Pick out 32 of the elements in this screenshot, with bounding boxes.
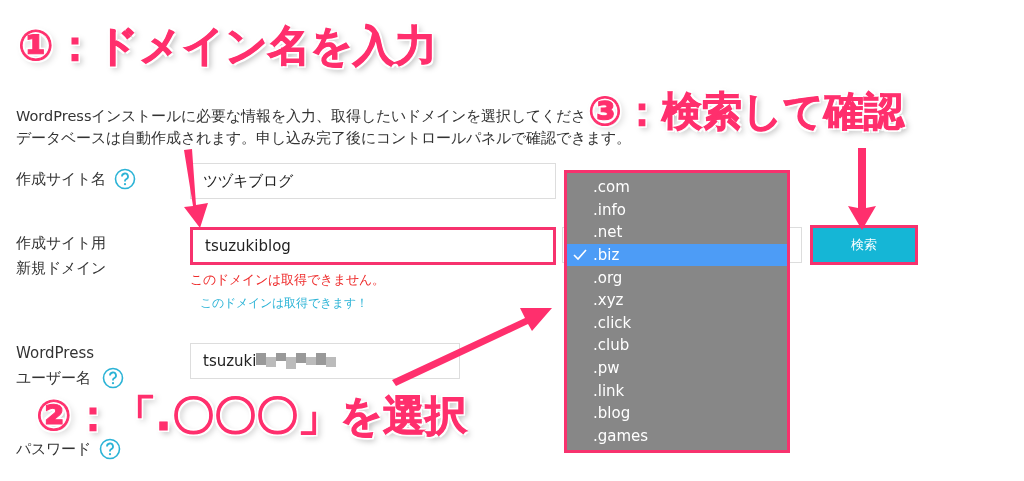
field-label: パスワード <box>16 439 91 460</box>
field-label: 作成サイト用 新規ドメイン <box>16 233 106 279</box>
site-name-field[interactable]: ツヅキブログ <box>190 163 556 199</box>
username-field[interactable]: tsuzuki <box>190 343 460 379</box>
intro-text: データベースは自動作成されます。申し込み完了後にコントロールパネルで確認できます。 <box>16 130 631 146</box>
field-label: WordPress ユーザー名 <box>16 343 95 389</box>
arrow-icon <box>392 308 552 386</box>
help-icon[interactable] <box>114 168 136 190</box>
dropdown-option[interactable]: .info <box>567 198 787 222</box>
check-icon <box>573 249 587 262</box>
dropdown-option[interactable]: .blog <box>567 401 787 425</box>
search-button[interactable]: 検索 <box>810 225 918 265</box>
dropdown-option[interactable]: .org <box>567 266 787 289</box>
dropdown-option[interactable]: .link <box>567 379 787 402</box>
intro-text: WordPressインストールに必要な情報を入力、取得したいドメインを選択してくださ <box>16 108 587 124</box>
dropdown-option[interactable]: .biz <box>567 243 787 267</box>
available-message: このドメインは取得できます！ <box>200 295 369 312</box>
domain-input[interactable]: tsuzukiblog <box>190 227 556 265</box>
help-icon[interactable] <box>99 438 121 460</box>
help-icon[interactable] <box>102 367 125 389</box>
dropdown-option[interactable]: .com <box>567 176 787 199</box>
annotation-text: ②：「.〇〇〇」を選択 <box>36 390 467 442</box>
error-message: このドメインは取得できません。 <box>190 271 386 289</box>
dropdown-option[interactable]: .pw <box>567 356 787 380</box>
dropdown-option[interactable]: .club <box>567 334 787 357</box>
field-label: 作成サイト名 <box>16 169 106 190</box>
dropdown-option[interactable]: .net <box>567 221 787 244</box>
dropdown-option[interactable]: .games <box>567 424 787 448</box>
dropdown-option[interactable]: .xyz <box>567 288 787 312</box>
annotation-text: ①：ドメイン名を入力 <box>18 20 437 72</box>
dropdown-option[interactable]: .click <box>567 311 787 335</box>
arrow-icon <box>848 148 876 230</box>
